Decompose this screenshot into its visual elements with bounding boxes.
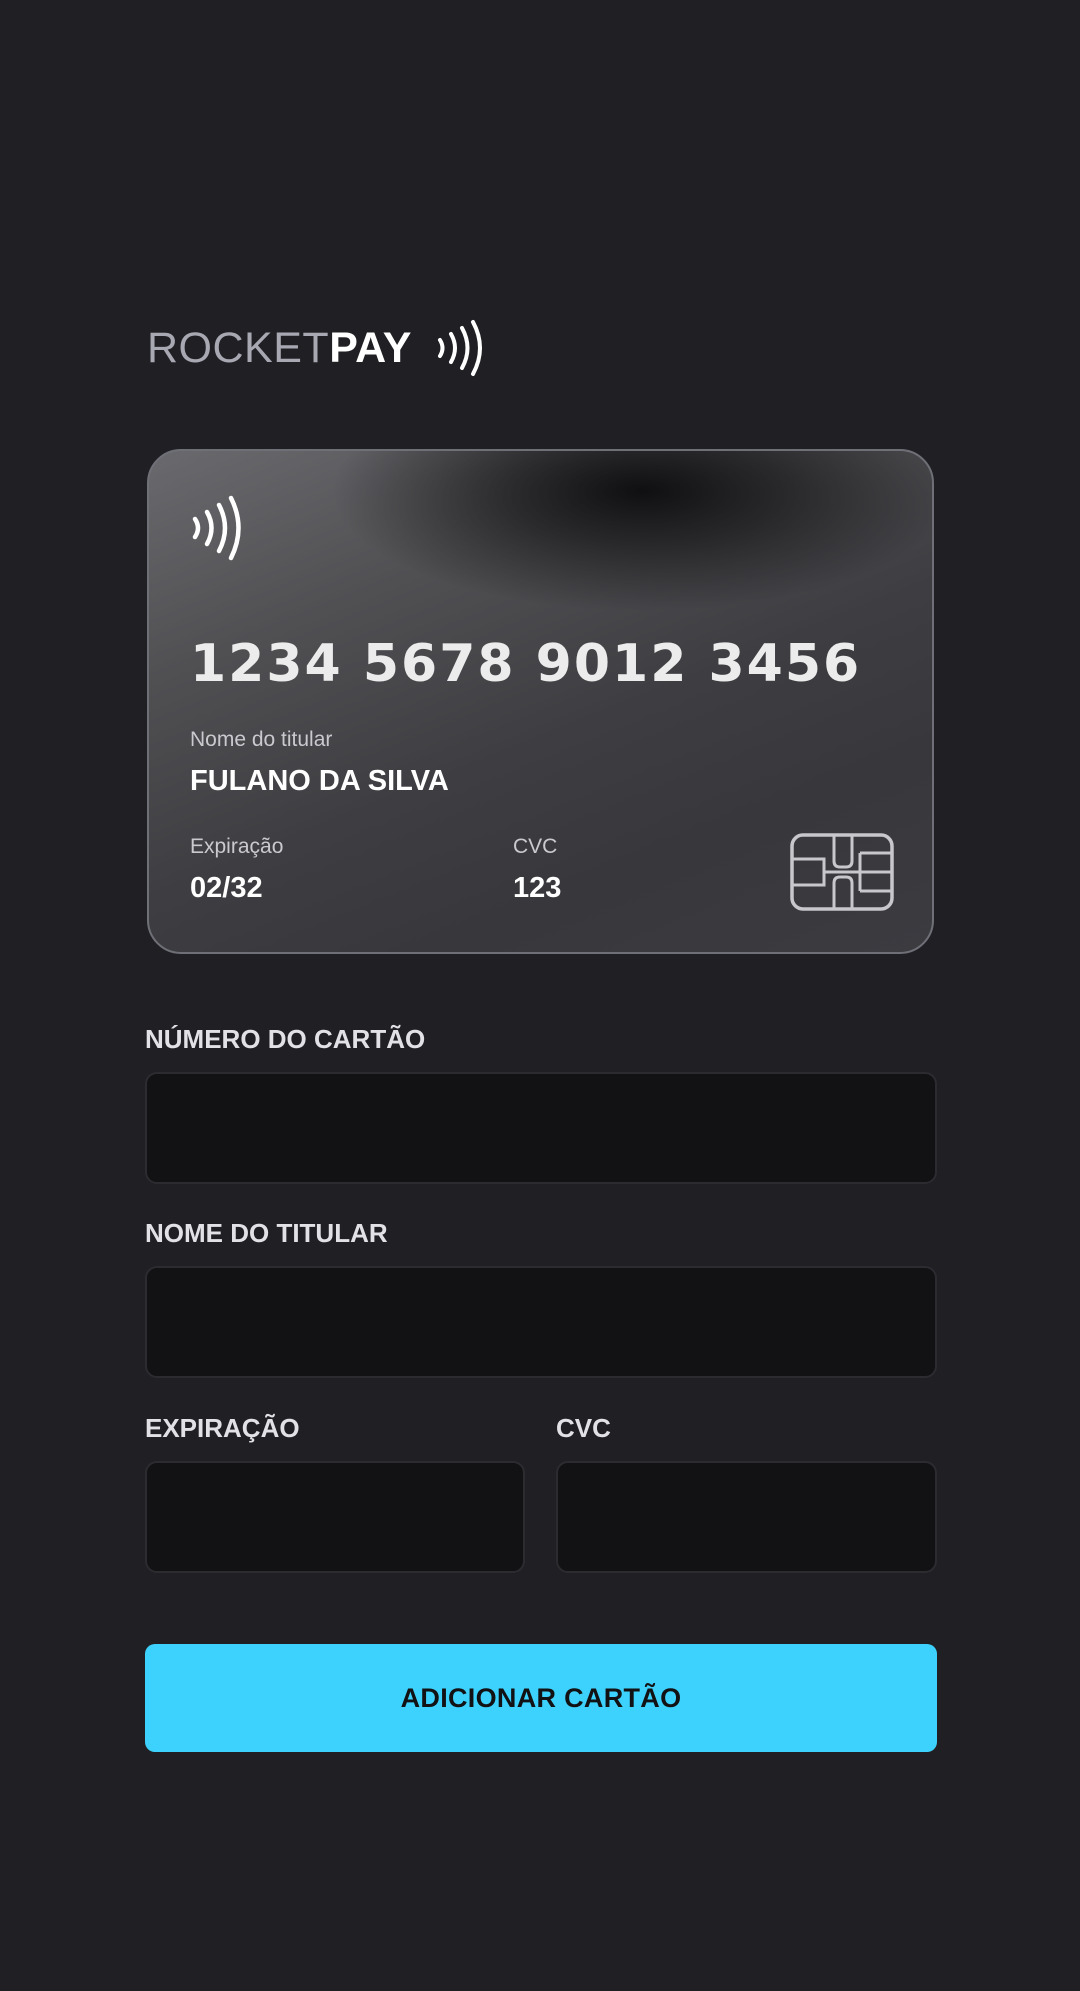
brand-name-light: ROCKET bbox=[147, 323, 330, 372]
card-cvc-value: 123 bbox=[513, 872, 562, 904]
cvc-label: CVC bbox=[556, 1413, 611, 1443]
contactless-icon bbox=[437, 320, 482, 376]
card-expiration-value: 02/32 bbox=[190, 872, 263, 904]
card-cvc-label: CVC bbox=[513, 835, 558, 858]
brand-name-bold: PAY bbox=[329, 323, 412, 372]
holder-name-label: NOME DO TITULAR bbox=[145, 1218, 388, 1248]
brand-logo: ROCKET PAY bbox=[147, 318, 486, 378]
contactless-icon bbox=[192, 495, 241, 561]
card-number-preview: 1234 5678 9012 3456 bbox=[190, 634, 862, 694]
card-holder-label: Nome do titular bbox=[190, 728, 333, 751]
cvc-input[interactable] bbox=[556, 1461, 937, 1573]
card-preview: 1234 5678 9012 3456 Nome do titular FULA… bbox=[147, 449, 934, 954]
add-card-button[interactable]: ADICIONAR CARTÃO bbox=[145, 1644, 937, 1752]
expiration-input[interactable] bbox=[145, 1461, 525, 1573]
card-chip-icon bbox=[790, 833, 894, 911]
card-number-input[interactable] bbox=[145, 1072, 937, 1184]
holder-name-input[interactable] bbox=[145, 1266, 937, 1378]
card-expiration-label: Expiração bbox=[190, 835, 284, 858]
card-holder-value: FULANO DA SILVA bbox=[190, 765, 449, 797]
expiration-label: EXPIRAÇÃO bbox=[145, 1413, 300, 1443]
card-number-label: NÚMERO DO CARTÃO bbox=[145, 1024, 426, 1054]
